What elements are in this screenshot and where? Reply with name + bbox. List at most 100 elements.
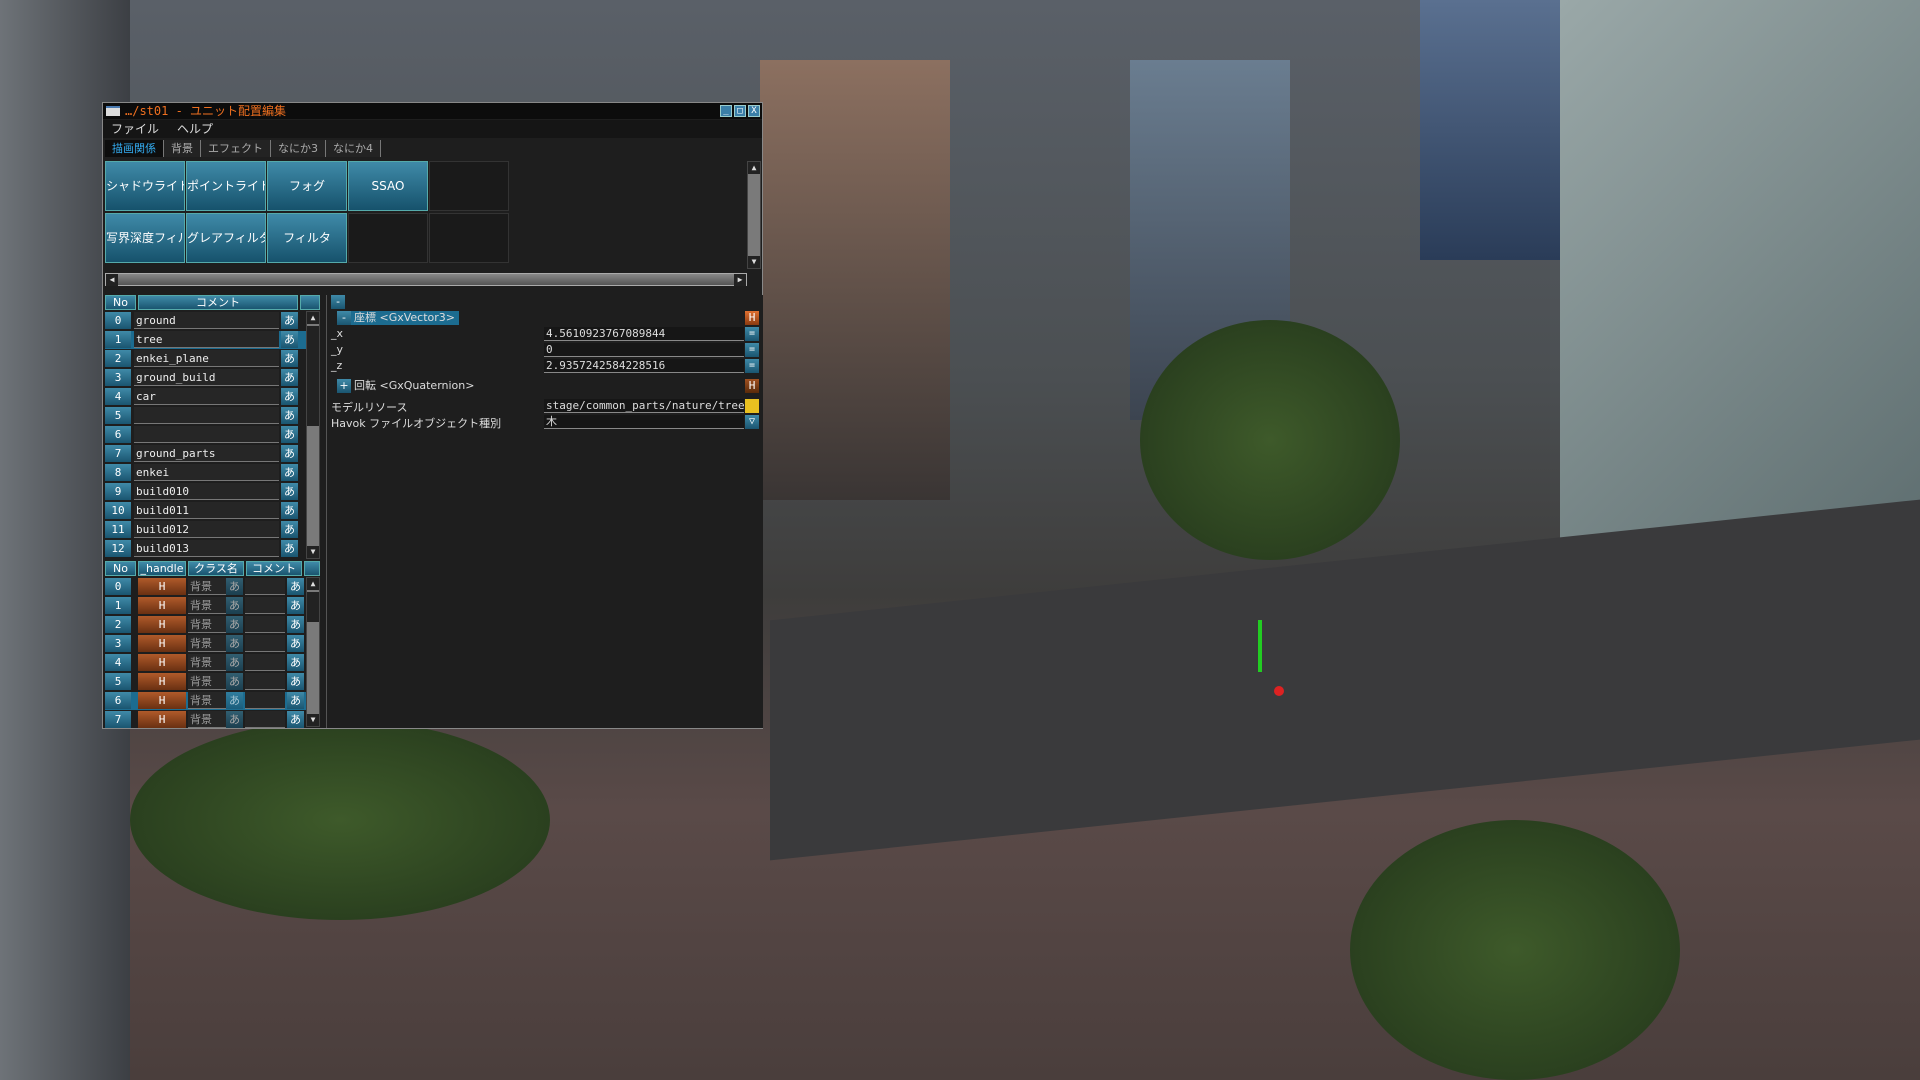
- ime-button[interactable]: あ: [281, 331, 298, 348]
- tab-2[interactable]: エフェクト: [201, 140, 271, 157]
- class-ime-button[interactable]: あ: [226, 654, 243, 671]
- unit-row[interactable]: 5あ: [105, 407, 320, 425]
- comment-ime-button[interactable]: あ: [287, 597, 304, 614]
- unit-header-comment[interactable]: コメント: [138, 295, 298, 310]
- class-ime-button[interactable]: あ: [226, 673, 243, 690]
- effect-button[interactable]: シャドウライト: [105, 161, 185, 211]
- comment-field[interactable]: build010: [134, 483, 279, 500]
- effect-button[interactable]: フィルタ: [267, 213, 347, 263]
- comment-field[interactable]: [245, 711, 285, 728]
- scroll-thumb[interactable]: [307, 326, 319, 426]
- comment-ime-button[interactable]: あ: [287, 711, 304, 728]
- comment-field[interactable]: [134, 426, 279, 443]
- object-header-no[interactable]: No: [105, 561, 136, 576]
- class-field[interactable]: 背景: [188, 711, 226, 728]
- comment-field[interactable]: ground_parts: [134, 445, 279, 462]
- object-row[interactable]: 5 H 背景ああ: [105, 673, 320, 691]
- tab-4[interactable]: なにか4: [326, 140, 381, 157]
- comment-field[interactable]: ground: [134, 312, 279, 329]
- ime-button[interactable]: あ: [281, 521, 298, 538]
- tab-3[interactable]: なにか3: [271, 140, 326, 157]
- ime-button[interactable]: あ: [281, 312, 298, 329]
- ime-button[interactable]: あ: [281, 502, 298, 519]
- comment-field[interactable]: [245, 692, 285, 709]
- class-ime-button[interactable]: あ: [226, 578, 243, 595]
- object-list-scrollbar[interactable]: ▲ ▼: [306, 577, 320, 727]
- object-row[interactable]: 3 H 背景ああ: [105, 635, 320, 653]
- maximize-button[interactable]: □: [734, 105, 746, 117]
- effect-button[interactable]: グレアフィルタ: [186, 213, 266, 263]
- scroll-up-icon[interactable]: ▲: [748, 162, 760, 174]
- comment-field[interactable]: build012: [134, 521, 279, 538]
- unit-row[interactable]: 3 ground_build あ: [105, 369, 320, 387]
- tab-0[interactable]: 描画関係: [105, 140, 164, 157]
- x-eq-button[interactable]: =: [745, 327, 759, 341]
- ime-button[interactable]: あ: [281, 464, 298, 481]
- scroll-right-icon[interactable]: ▶: [734, 274, 746, 286]
- effect-button[interactable]: フォグ: [267, 161, 347, 211]
- rotation-toggle[interactable]: +: [337, 379, 351, 393]
- scroll-up-icon[interactable]: ▲: [307, 578, 319, 590]
- object-header-class[interactable]: クラス名: [188, 561, 244, 576]
- handle-button[interactable]: H: [138, 711, 186, 728]
- object-header-comment[interactable]: コメント: [246, 561, 302, 576]
- ime-button[interactable]: あ: [281, 540, 298, 557]
- comment-field[interactable]: [245, 597, 285, 614]
- z-field[interactable]: 2.9357242584228516: [544, 359, 744, 373]
- class-field[interactable]: 背景: [188, 654, 226, 671]
- object-row[interactable]: 7 H 背景ああ: [105, 711, 320, 729]
- unit-list-scrollbar[interactable]: ▲ ▼: [306, 311, 320, 559]
- position-h-button[interactable]: H: [745, 311, 759, 325]
- comment-field[interactable]: build013: [134, 540, 279, 557]
- z-eq-button[interactable]: =: [745, 359, 759, 373]
- unit-row[interactable]: 0 ground あ: [105, 312, 320, 330]
- scroll-down-icon[interactable]: ▼: [307, 714, 319, 726]
- gizmo-x-axis[interactable]: [1274, 686, 1284, 696]
- gizmo-y-axis[interactable]: [1258, 620, 1262, 672]
- class-field[interactable]: 背景: [188, 597, 226, 614]
- unit-header-no[interactable]: No: [105, 295, 136, 310]
- effect-button[interactable]: SSAO: [348, 161, 428, 211]
- comment-ime-button[interactable]: あ: [287, 673, 304, 690]
- object-row[interactable]: 1 H 背景ああ: [105, 597, 320, 615]
- comment-field[interactable]: [245, 578, 285, 595]
- scroll-down-icon[interactable]: ▼: [748, 256, 760, 268]
- position-toggle[interactable]: -: [337, 311, 351, 325]
- close-button[interactable]: X: [748, 105, 760, 117]
- unit-row[interactable]: 7 ground_parts あ: [105, 445, 320, 463]
- unit-row[interactable]: 12 build013 あ: [105, 540, 320, 558]
- unit-row[interactable]: 11 build012 あ: [105, 521, 320, 539]
- ime-button[interactable]: あ: [281, 350, 298, 367]
- object-row[interactable]: 4 H 背景ああ: [105, 654, 320, 672]
- handle-button[interactable]: H: [138, 578, 186, 595]
- comment-field[interactable]: enkei_plane: [134, 350, 279, 367]
- x-field[interactable]: 4.5610923767089844: [544, 327, 744, 341]
- comment-field[interactable]: ground_build: [134, 369, 279, 386]
- scroll-up-icon[interactable]: ▲: [307, 312, 319, 324]
- class-ime-button[interactable]: あ: [226, 635, 243, 652]
- unit-row[interactable]: 10 build011 あ: [105, 502, 320, 520]
- comment-field[interactable]: [245, 654, 285, 671]
- button-area-scrollbar[interactable]: ▲ ▼: [747, 161, 761, 269]
- comment-field[interactable]: [245, 616, 285, 633]
- unit-row[interactable]: 9 build010 あ: [105, 483, 320, 501]
- unit-row[interactable]: 6あ: [105, 426, 320, 444]
- comment-field[interactable]: car: [134, 388, 279, 405]
- model-resource-field[interactable]: stage/common_parts/nature/tree/tre: [544, 399, 744, 413]
- folder-icon[interactable]: [745, 399, 759, 413]
- ime-button[interactable]: あ: [281, 426, 298, 443]
- ime-button[interactable]: あ: [281, 388, 298, 405]
- tab-1[interactable]: 背景: [164, 140, 201, 157]
- object-row[interactable]: 0 H 背景ああ: [105, 578, 320, 596]
- class-field[interactable]: 背景: [188, 578, 226, 595]
- y-eq-button[interactable]: =: [745, 343, 759, 357]
- class-ime-button[interactable]: あ: [226, 616, 243, 633]
- handle-button[interactable]: H: [138, 654, 186, 671]
- menu-file[interactable]: ファイル: [111, 122, 159, 136]
- class-ime-button[interactable]: あ: [226, 692, 243, 709]
- comment-field[interactable]: build011: [134, 502, 279, 519]
- position-group-header[interactable]: - 座標 <GxVector3>: [337, 311, 460, 325]
- handle-button[interactable]: H: [138, 692, 186, 709]
- effect-button[interactable]: 写界深度フィルタ: [105, 213, 185, 263]
- horizontal-scrollbar[interactable]: ◀ ▶: [105, 273, 747, 286]
